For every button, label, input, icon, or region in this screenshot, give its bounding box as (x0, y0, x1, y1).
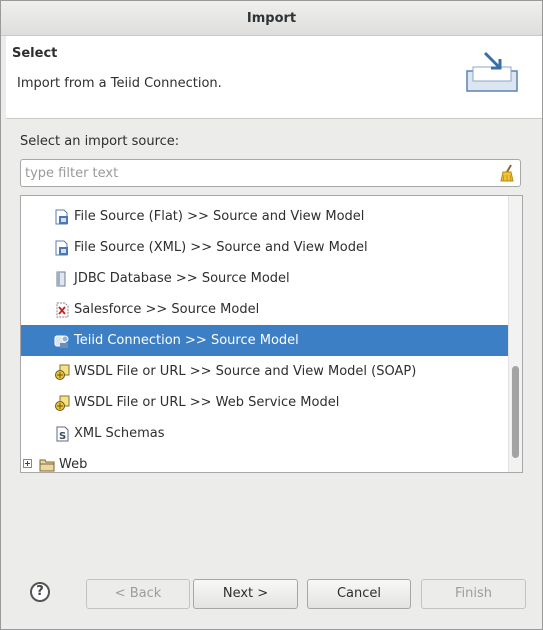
tree-item-label: WSDL File or URL >> Web Service Model (74, 395, 340, 410)
page-description: Import from a Teiid Connection. (17, 76, 222, 91)
page-title: Select (12, 46, 58, 61)
filter-field[interactable] (20, 159, 521, 187)
clear-filter-icon[interactable] (499, 164, 515, 182)
import-source-tree[interactable]: File Source (Flat) >> Source and View Mo… (20, 195, 523, 473)
tree-item-label: Teiid Connection >> Source Model (74, 333, 299, 348)
salesforce-icon (56, 302, 69, 318)
tree-item-wsdl-web-service[interactable]: WSDL File or URL >> Web Service Model (21, 387, 509, 418)
tree-item-label: Web (59, 457, 88, 472)
back-button[interactable]: < Back (86, 579, 190, 609)
tree-item-label: JDBC Database >> Source Model (74, 271, 290, 286)
file-source-xml-icon (55, 240, 68, 256)
import-wizard-icon (466, 51, 518, 92)
import-dialog: Import Select Import from a Teiid Connec… (0, 0, 543, 630)
tree-item-label: File Source (Flat) >> Source and View Mo… (74, 209, 365, 224)
cancel-button[interactable]: Cancel (307, 579, 411, 609)
wizard-header: Select Import from a Teiid Connection. (6, 36, 542, 119)
database-icon (56, 271, 66, 287)
tree-scrollbar[interactable] (508, 196, 522, 472)
help-button[interactable]: ? (30, 582, 50, 602)
tree-item-wsdl-soap[interactable]: WSDL File or URL >> Source and View Mode… (21, 356, 509, 387)
xml-schema-icon: S (56, 426, 69, 442)
wsdl-icon (55, 364, 70, 380)
folder-icon (39, 459, 55, 472)
finish-button[interactable]: Finish (421, 579, 526, 609)
next-button[interactable]: Next > (193, 579, 298, 609)
tree-item-salesforce[interactable]: Salesforce >> Source Model (21, 294, 509, 325)
tree-item-label: Salesforce >> Source Model (74, 302, 260, 317)
wsdl-icon (55, 395, 70, 411)
expand-icon[interactable] (23, 459, 32, 468)
tree-item-jdbc-database[interactable]: JDBC Database >> Source Model (21, 263, 509, 294)
tree-item-file-source-flat[interactable]: File Source (Flat) >> Source and View Mo… (21, 201, 509, 232)
tree-item-label: File Source (XML) >> Source and View Mod… (74, 240, 368, 255)
tree-item-web-folder[interactable]: Web (21, 449, 509, 472)
scrollbar-thumb[interactable] (512, 366, 519, 458)
tree-item-xml-schemas[interactable]: S XML Schemas (21, 418, 509, 449)
svg-text:S: S (59, 431, 66, 442)
filter-input[interactable] (24, 163, 495, 183)
file-source-icon (55, 209, 68, 225)
dialog-title: Import (1, 1, 542, 36)
tree-item-label: XML Schemas (74, 426, 165, 441)
import-source-label: Select an import source: (20, 134, 180, 149)
tree-item-label: WSDL File or URL >> Source and View Mode… (74, 364, 417, 379)
teiid-connection-icon (54, 335, 69, 348)
tree-item-file-source-xml[interactable]: File Source (XML) >> Source and View Mod… (21, 232, 509, 263)
tree-item-teiid-connection[interactable]: Teiid Connection >> Source Model (21, 325, 509, 356)
